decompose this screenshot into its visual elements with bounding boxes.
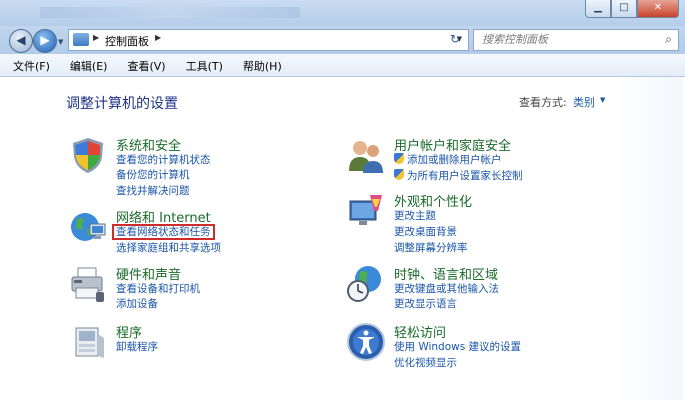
menu-file[interactable]: 文件(F) — [0, 54, 57, 76]
view-by-label: 查看方式: — [519, 96, 567, 109]
category-clock-language-region: 时钟、语言和区域 更改键盘或其他输入法 更改显示语言 — [346, 264, 626, 314]
category-appearance: 外观和个性化 更改主题 更改桌面背景 调整屏幕分辨率 — [346, 191, 626, 255]
menu-view[interactable]: 查看(V) — [114, 54, 172, 76]
blurred-title — [40, 7, 300, 18]
link-text: 添加或删除用户帐户 — [407, 154, 502, 166]
menu-edit[interactable]: 编辑(E) — [57, 54, 115, 76]
menu-help[interactable]: 帮助(H) — [230, 54, 289, 76]
category-system-security: 系统和安全 查看您的计算机状态 备份您的计算机 查找并解决问题 — [68, 135, 308, 199]
link-view-network-status[interactable]: 查看网络状态和任务 — [112, 224, 215, 240]
shield-icon[interactable] — [68, 135, 108, 175]
address-toolbar: ◀ ▶ ▼ ▶ 控制面板 ▶ ▼ ↻ ⌕ — [0, 26, 685, 54]
link-screen-resolution[interactable]: 调整屏幕分辨率 — [394, 240, 468, 255]
link-parental-controls[interactable]: 为所有用户设置家长控制 — [394, 168, 523, 183]
uac-shield-icon — [394, 153, 404, 164]
category-user-accounts: 用户帐户和家庭安全 添加或删除用户帐户 为所有用户设置家长控制 — [346, 135, 626, 185]
recent-pages-dropdown-icon[interactable]: ▼ — [58, 38, 63, 46]
category-hardware-sound: 硬件和声音 查看设备和打印机 添加设备 — [68, 264, 308, 314]
link-text: 为所有用户设置家长控制 — [407, 170, 523, 182]
control-panel-content: 调整计算机的设置 查看方式: 类别 ▼ 系统和安全 查看您的计算机状态 备份您的… — [2, 77, 683, 400]
link-troubleshoot[interactable]: 查找并解决问题 — [116, 183, 190, 198]
network-globe-icon[interactable] — [68, 207, 108, 247]
category-programs: 程序 卸载程序 — [68, 322, 308, 362]
link-homegroup-sharing[interactable]: 选择家庭组和共享选项 — [116, 240, 221, 255]
printer-icon[interactable] — [68, 264, 108, 304]
address-box[interactable]: ▶ 控制面板 ▶ ▼ — [68, 29, 469, 51]
view-by-dropdown-icon[interactable]: ▼ — [600, 96, 605, 104]
control-panel-icon — [73, 33, 89, 46]
menu-tools[interactable]: 工具(T) — [173, 54, 230, 76]
window-buttons: ▁ □ ✕ — [585, 0, 679, 18]
link-change-theme[interactable]: 更改主题 — [394, 208, 436, 223]
maximize-button[interactable]: □ — [611, 0, 637, 18]
monitor-paint-icon[interactable] — [346, 191, 386, 231]
breadcrumb-control-panel[interactable]: 控制面板 — [105, 33, 149, 49]
search-input[interactable] — [474, 30, 652, 48]
category-network-internet: 网络和 Internet 查看网络状态和任务 选择家庭组和共享选项 — [68, 207, 308, 257]
title-bar: ▁ □ ✕ — [0, 0, 685, 26]
back-button[interactable]: ◀ — [9, 29, 33, 53]
link-optimize-display[interactable]: 优化视频显示 — [394, 355, 457, 370]
link-add-remove-accounts[interactable]: 添加或删除用户帐户 — [394, 152, 502, 167]
view-by-select[interactable]: 类别 — [573, 94, 595, 110]
uac-shield-icon — [394, 169, 404, 180]
breadcrumb-arrow-icon[interactable]: ▶ — [155, 33, 161, 42]
link-backup-computer[interactable]: 备份您的计算机 — [116, 167, 190, 182]
link-view-computer-status[interactable]: 查看您的计算机状态 — [116, 152, 211, 167]
link-uninstall-program[interactable]: 卸载程序 — [116, 339, 158, 354]
category-ease-of-access: 轻松访问 使用 Windows 建议的设置 优化视频显示 — [346, 322, 626, 372]
breadcrumb-arrow-icon[interactable]: ▶ — [93, 33, 99, 42]
link-desktop-background[interactable]: 更改桌面背景 — [394, 224, 457, 239]
link-devices-printers[interactable]: 查看设备和打印机 — [116, 281, 200, 296]
minimize-button[interactable]: ▁ — [585, 0, 611, 18]
forward-button[interactable]: ▶ — [33, 29, 57, 53]
search-box[interactable]: ⌕ — [473, 29, 679, 51]
ease-of-access-icon[interactable] — [346, 322, 386, 362]
highlight-box: 查看网络状态和任务 — [112, 224, 215, 240]
menu-bar: 文件(F) 编辑(E) 查看(V) 工具(T) 帮助(H) — [0, 54, 685, 77]
link-change-input-method[interactable]: 更改键盘或其他输入法 — [394, 281, 499, 296]
clock-globe-icon[interactable] — [346, 264, 386, 304]
link-add-device[interactable]: 添加设备 — [116, 296, 158, 311]
page-title: 调整计算机的设置 — [66, 96, 178, 112]
programs-box-icon[interactable] — [68, 322, 108, 362]
search-icon[interactable]: ⌕ — [665, 32, 672, 47]
refresh-icon[interactable]: ↻ — [450, 32, 460, 46]
users-icon[interactable] — [346, 135, 386, 175]
link-recommended-settings[interactable]: 使用 Windows 建议的设置 — [394, 339, 521, 354]
close-button[interactable]: ✕ — [637, 0, 679, 18]
link-change-display-language[interactable]: 更改显示语言 — [394, 296, 457, 311]
